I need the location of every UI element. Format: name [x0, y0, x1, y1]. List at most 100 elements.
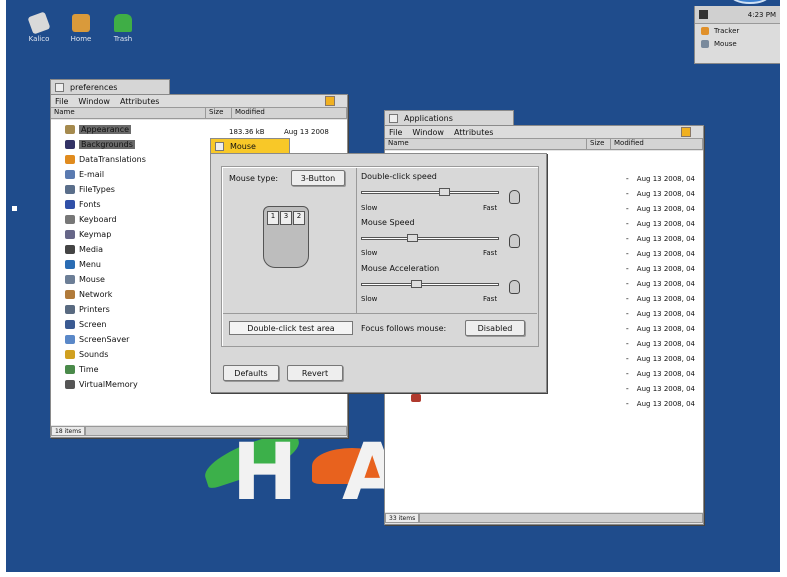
size-dash: -	[625, 264, 629, 273]
deskbar-item-label: Tracker	[714, 26, 740, 35]
list-item-date: Aug 13 2008, 04	[636, 264, 695, 273]
fast-label: Fast	[483, 204, 498, 212]
list-item-label: Media	[79, 245, 104, 254]
size-dash: -	[625, 234, 629, 243]
double-click-test-area[interactable]: Double-click test area	[229, 321, 353, 335]
file-icon	[65, 365, 75, 374]
column-name[interactable]: Name	[385, 139, 587, 149]
menu-attributes[interactable]: Attributes	[454, 128, 494, 137]
list-item-label: VirtualMemory	[79, 380, 138, 389]
file-icon	[65, 215, 75, 224]
window-zoom-icon[interactable]	[325, 96, 335, 106]
window-title: Mouse	[230, 141, 256, 151]
vertical-divider	[356, 168, 357, 313]
list-item-label: Keyboard	[79, 215, 117, 224]
mouse-type-selector[interactable]: 3-Button	[291, 170, 345, 186]
desktop-icon-kalico[interactable]: Kalico	[20, 11, 58, 43]
size-dash: -	[625, 324, 629, 333]
deskbar-clock[interactable]: 4:23 PM	[748, 11, 776, 19]
list-item-date: Aug 13 2008, 04	[636, 384, 695, 393]
app-icon	[411, 394, 421, 402]
desktop-icon-label: Trash	[113, 35, 133, 43]
size-dash: -	[625, 309, 629, 318]
deskbar-logo[interactable]	[730, 0, 770, 4]
column-size[interactable]: Size	[206, 108, 232, 118]
deskbar-item-tracker[interactable]: Tracker	[695, 24, 780, 37]
list-item-label: Time	[79, 365, 99, 374]
mouse-window-tab[interactable]: Mouse	[210, 138, 290, 153]
mouse-button-1[interactable]: 1	[267, 211, 279, 225]
list-item-date: Aug 13 2008, 04	[636, 219, 695, 228]
applications-window-tab[interactable]: Applications	[384, 110, 514, 125]
mouse-acceleration-track[interactable]	[361, 283, 499, 286]
preferences-window-tab[interactable]: preferences	[50, 79, 170, 94]
list-item-date: Aug 13 2008, 04	[636, 309, 695, 318]
file-icon	[65, 185, 75, 194]
mouse-button-2[interactable]: 2	[293, 211, 305, 225]
desktop-icon-trash[interactable]: Trash	[104, 14, 142, 43]
list-item-label: Screen	[79, 320, 107, 329]
close-button[interactable]	[389, 113, 398, 123]
mouse-icon	[509, 280, 520, 294]
column-modified[interactable]: Modified	[232, 108, 347, 118]
status-bar: 33 items	[385, 512, 703, 524]
list-item-date: Aug 13 2008, 04	[636, 279, 695, 288]
desktop-icon-home[interactable]: Home	[62, 14, 100, 43]
column-name[interactable]: Name	[51, 108, 206, 118]
list-item-date: Aug 13 2008, 04	[636, 204, 695, 213]
size-dash: -	[625, 249, 629, 258]
file-icon	[65, 140, 75, 149]
list-item-label: E-mail	[79, 170, 105, 179]
slow-label: Slow	[361, 295, 378, 303]
mouse-acceleration-slider[interactable]	[411, 280, 423, 288]
horizontal-scrollbar[interactable]	[85, 426, 347, 436]
desktop: Kalico Home Trash H A 4:23 PM Tracker Mo…	[6, 0, 780, 572]
mouse-icon	[701, 39, 709, 48]
desktop-icon-label: Home	[70, 35, 92, 43]
menu-window[interactable]: Window	[412, 128, 444, 137]
menu-bar: File Window Attributes	[51, 95, 347, 108]
close-button[interactable]	[215, 141, 224, 151]
list-item-label: Appearance	[79, 125, 132, 134]
mouse-speed-slider[interactable]	[407, 234, 419, 242]
mouse-button-3[interactable]: 3	[280, 211, 292, 225]
file-icon	[65, 170, 75, 179]
column-modified[interactable]: Modified	[611, 139, 703, 149]
menu-attributes[interactable]: Attributes	[120, 97, 160, 106]
size-dash: -	[625, 369, 629, 378]
close-button[interactable]	[55, 82, 64, 92]
list-item-label: Printers	[79, 305, 110, 314]
deskbar-tray: 4:23 PM	[695, 6, 780, 24]
size-dash: -	[625, 399, 629, 408]
menu-file[interactable]: File	[389, 128, 402, 137]
list-item[interactable]: Backgrounds	[51, 137, 347, 152]
list-item-label: DataTranslations	[79, 155, 146, 164]
defaults-button[interactable]: Defaults	[223, 365, 279, 381]
list-item-date: Aug 13 2008, 04	[636, 189, 695, 198]
focus-follows-mouse-selector[interactable]: Disabled	[465, 320, 525, 336]
file-icon	[65, 350, 75, 359]
menu-window[interactable]: Window	[78, 97, 110, 106]
window-zoom-icon[interactable]	[681, 127, 691, 137]
column-size[interactable]: Size	[587, 139, 611, 149]
double-click-speed-track[interactable]	[361, 191, 499, 194]
list-item-date: Aug 13 2008, 04	[636, 324, 695, 333]
double-click-speed-slider[interactable]	[438, 188, 450, 196]
mouse-speed-label: Mouse Speed	[361, 218, 415, 227]
home-folder-icon	[72, 14, 90, 32]
item-count: 18 items	[51, 426, 86, 436]
desktop-marker	[12, 206, 17, 211]
list-item[interactable]: - Aug 13 2008, 04	[385, 396, 703, 411]
column-header: Name Size Modified	[51, 108, 347, 119]
list-item-date: Aug 13 2008, 04	[636, 399, 695, 408]
file-icon	[65, 155, 75, 164]
list-item-label: Backgrounds	[79, 140, 135, 149]
mouse-speed-track[interactable]	[361, 237, 499, 240]
tray-icon[interactable]	[699, 10, 708, 19]
revert-button[interactable]: Revert	[287, 365, 343, 381]
list-item-date: Aug 13 2008, 04	[636, 369, 695, 378]
menu-file[interactable]: File	[55, 97, 68, 106]
list-item-date: Aug 13 2008, 04	[636, 174, 695, 183]
horizontal-scrollbar[interactable]	[419, 513, 703, 523]
deskbar-item-mouse[interactable]: Mouse	[695, 37, 780, 50]
